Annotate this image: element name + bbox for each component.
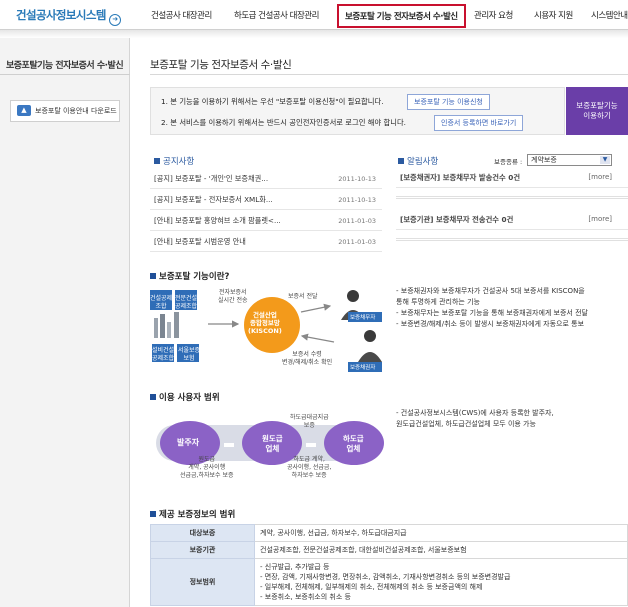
alerts-heading: 알림사항	[398, 155, 438, 167]
sidebar-divider	[0, 74, 130, 75]
alert-item[interactable]: [보증채권자] 보증채무자 발송건수 0건 [more]	[396, 168, 628, 188]
portal-apply-button[interactable]: 보증포탈 기능 이용신청	[407, 94, 490, 110]
notice-item[interactable]: [공지] 보증포탈 - '개인'인 보증채권... 2011-10-13	[150, 168, 382, 189]
scope-bottom-left-label: 원도급 계약, 공사이행 선급금,하자보수 보증	[180, 456, 234, 479]
guarantee-type-select[interactable]: 계약보증 ▼	[527, 154, 612, 166]
page-title: 보증포탈 기능 전자보증서 수·발신	[150, 59, 292, 71]
prime-label: 원도급 업체	[262, 434, 283, 453]
table-header-cell: 보증기관	[150, 541, 255, 559]
site-logo[interactable]: 건설공사정보시스템 ➜	[16, 7, 121, 26]
section-user-scope-heading: 이용 사용자 범위	[150, 391, 220, 403]
nav-system-guide[interactable]: 시스템안내	[591, 9, 628, 21]
title-divider	[150, 74, 628, 75]
alert-divider	[396, 196, 628, 199]
person-icon	[347, 290, 359, 302]
notice-list-heading: 공지사항	[154, 155, 194, 167]
kiscon-label: 건설산업 종합정보망 (KISCON)	[248, 311, 282, 335]
cert-register-button[interactable]: 인증서 등록하면 바로가기	[434, 115, 524, 131]
person-icon	[364, 330, 376, 342]
alert-more-link[interactable]: [more]	[588, 215, 612, 223]
sub-label: 하도급 업체	[343, 434, 364, 453]
alert-divider	[396, 238, 628, 241]
notice-item[interactable]: [공지] 보증포탈 - 전자보증서 XML화... 2011-10-13	[150, 189, 382, 210]
institution-label: 전문건설 공제조합	[175, 295, 198, 310]
nav-admin-request[interactable]: 관리자 요청	[474, 9, 513, 21]
portal-use-button[interactable]: 보증포탈기능 이용하기	[566, 87, 628, 135]
client-label: 발주자	[177, 438, 200, 447]
table-row: 대상보증 계약, 공사이행, 선급금, 하자보수, 하도급대금지급	[150, 524, 628, 542]
scope-bottom-right-label: 하도급 계약, 공사이행, 선급금, 하자보수 보증	[287, 456, 332, 479]
diagram-top-label: 전자보증서 실시간 전송	[218, 289, 248, 304]
bullet-square-icon	[398, 158, 404, 164]
notice-item[interactable]: [안내] 보증포탈 홍양혀브 소개 팜플렛<... 2011-01-03	[150, 210, 382, 231]
table-row: 정보범위 - 신규발급, 추가발급 등 - 면장, 감액, 기재사항변경, 면장…	[150, 558, 628, 606]
guide-download-button[interactable]: ▲ 보증포탈 이용안내 다운로드	[10, 100, 120, 122]
institution-label: 서울보증 보험	[178, 347, 201, 362]
guide-download-label: 보증포탈 이용안내 다운로드	[35, 107, 117, 115]
creditor-badge: 보증채권자	[350, 365, 376, 371]
table-cell: - 신규발급, 추가발급 등 - 면장, 감액, 기재사항변경, 면장취소, 감…	[254, 558, 628, 606]
section-info-scope-heading: 제공 보증정보의 범위	[150, 508, 235, 520]
table-cell: 계약, 공사이행, 선급금, 하자보수, 하도급대금지급	[254, 524, 628, 542]
download-car-icon: ▲	[17, 105, 31, 116]
alert-more-link[interactable]: [more]	[588, 173, 612, 181]
top-navigation-bar: 건설공사정보시스템 ➜ 건설공사 대장관리 하도급 건설공사 대장관리 보증포탈 …	[0, 0, 628, 30]
nav-construction-ledger[interactable]: 건설공사 대장관리	[151, 9, 212, 21]
portal-use-label-2: 이용하기	[583, 111, 611, 120]
debtor-badge: 보증채무자	[350, 315, 376, 321]
alert-item[interactable]: [보증기관] 보증채무자 전송건수 0건 [more]	[396, 210, 628, 230]
info-scope-table: 대상보증 계약, 공사이행, 선급금, 하자보수, 하도급대금지급 보증기관 건…	[150, 524, 628, 606]
institution-label: 설비건설 공제조합	[152, 347, 175, 362]
section-portal-intro-heading: 보증포탈 기능이란?	[150, 270, 229, 282]
chevron-down-icon: ▼	[600, 156, 610, 164]
nav-guarantee-portal[interactable]: 보증포탈 기능 전자보증서 수·발신	[337, 4, 466, 28]
usage-notice-box: 1. 본 기능을 이용하기 위해서는 우선 "보증포탈 이용신청"이 필요합니다…	[150, 87, 565, 135]
header-shadow	[0, 30, 628, 38]
table-row: 보증기관 건설공제조합, 전문건설공제조합, 대한설비건설공제조합, 서울보증보…	[150, 541, 628, 559]
notice-item[interactable]: [안내] 보증포탈 시범운영 안내 2011-01-03	[150, 231, 382, 252]
bullet-square-icon	[154, 158, 160, 164]
nav-subcontract-ledger[interactable]: 하도급 건설공사 대장관리	[234, 9, 319, 21]
table-header-cell: 대상보증	[150, 524, 255, 542]
guarantee-type-label: 보증종류 :	[494, 158, 523, 166]
scope-top-label: 하도급대금지급 보증	[290, 414, 329, 429]
portal-intro-desc: - 보증채권자와 보증채무자가 건설공사 5대 보증서를 KISCON을 통해 …	[396, 287, 588, 328]
diagram-right-top-label: 보증서 전달	[288, 293, 318, 300]
sidebar: 보증포탈기능 전자보증서 수·발신 ▲ 보증포탈 이용안내 다운로드	[0, 38, 130, 607]
diagram-right-bottom-label: 보증서 수령 변경/해제/취소 확인	[282, 351, 333, 366]
nav-user-support[interactable]: 시용자 지원	[534, 9, 573, 21]
table-cell: 건설공제조합, 전문건설공제조합, 대한설비건설공제조합, 서울보증보험	[254, 541, 628, 559]
logo-arrow-icon: ➜	[108, 14, 121, 26]
sidebar-title: 보증포탈기능 전자보증서 수·발신	[6, 61, 124, 71]
notice-line-1: 1. 본 기능을 이용하기 위해서는 우선 "보증포탈 이용신청"이 필요합니다…	[161, 97, 384, 106]
portal-use-label-1: 보증포탈기능	[576, 101, 618, 110]
table-header-cell: 정보범위	[150, 558, 255, 606]
notice-line-2: 2. 본 서비스를 이용하기 위해서는 반드시 공인전자인증서로 로그인 해야 …	[161, 118, 406, 127]
user-scope-desc: - 건설공사정보시스템(CWS)에 사용자 등록한 발주자, 원도급건설업체, …	[396, 409, 554, 428]
notice-list: [공지] 보증포탈 - '개인'인 보증채권... 2011-10-13 [공지]…	[150, 168, 382, 252]
institution-label: 건설공제 조합	[150, 295, 173, 310]
